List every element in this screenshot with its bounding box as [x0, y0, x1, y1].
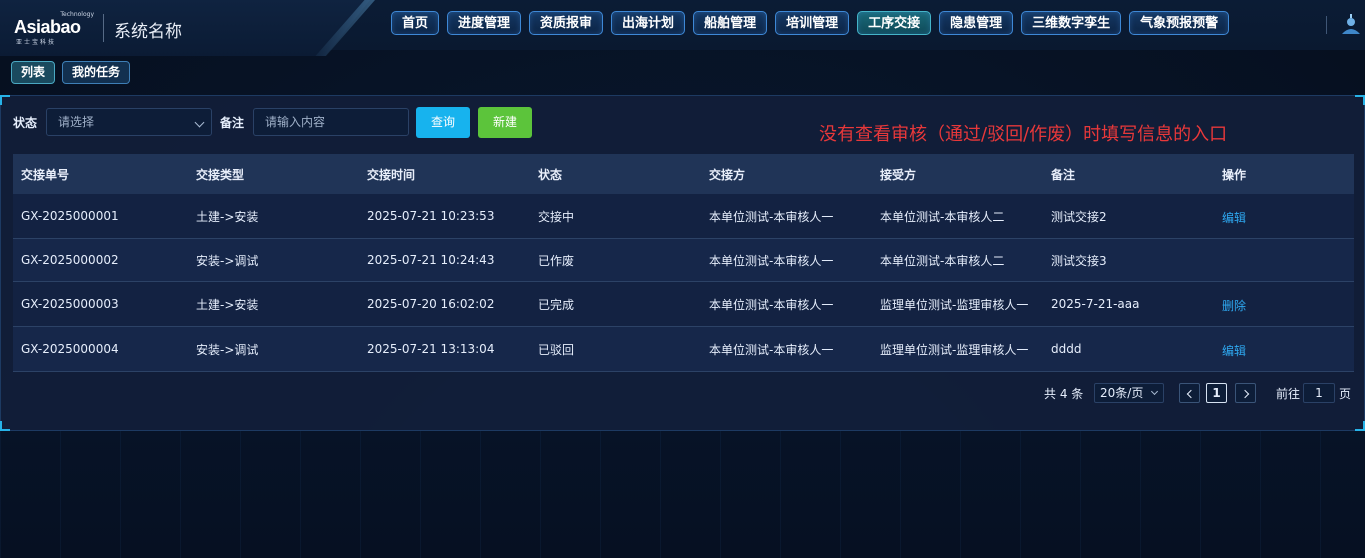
corner-decoration	[0, 95, 10, 105]
nav-item-progress[interactable]: 进度管理	[447, 11, 522, 35]
header-type: 交接类型	[188, 154, 359, 194]
cell-action: 删除	[1214, 281, 1354, 327]
cell-to: 监理单位测试-监理审核人一	[872, 326, 1043, 372]
top-header: Technology Asiabao 亚士宝科技 系统名称 首页 进度管理 资质…	[0, 0, 1365, 56]
cell-time: 2025-07-21 13:13:04	[359, 326, 530, 372]
cell-time: 2025-07-21 10:23:53	[359, 194, 530, 239]
edit-link[interactable]: 编辑	[1222, 344, 1246, 358]
tab-my-tasks[interactable]: 我的任务	[62, 61, 131, 84]
cell-type: 土建->安装	[188, 281, 359, 327]
table-row: GX-2025000001 土建->安装 2025-07-21 10:23:53…	[13, 194, 1354, 239]
cell-time: 2025-07-21 10:24:43	[359, 238, 530, 282]
cell-status: 已完成	[530, 281, 701, 327]
cell-action: 编辑	[1214, 326, 1354, 372]
cell-type: 土建->安装	[188, 194, 359, 239]
cell-remark: 测试交接2	[1043, 194, 1214, 239]
table-row: GX-2025000003 土建->安装 2025-07-20 16:02:02…	[13, 281, 1354, 327]
cell-action: 编辑	[1214, 194, 1354, 239]
header-time: 交接时间	[359, 154, 530, 194]
status-select-placeholder: 请选择	[58, 115, 95, 129]
cell-id: GX-2025000001	[13, 194, 188, 239]
cell-to: 本单位测试-本审核人二	[872, 194, 1043, 239]
goto-label: 前往	[1276, 387, 1301, 401]
header-action: 操作	[1214, 154, 1354, 194]
corner-decoration	[0, 421, 10, 431]
header-remark: 备注	[1043, 154, 1214, 194]
handover-table: 交接单号 交接类型 交接时间 状态 交接方 接受方 备注 操作 GX-20250…	[13, 154, 1354, 372]
nav-item-digital-twin[interactable]: 三维数字孪生	[1021, 11, 1122, 35]
table-row: GX-2025000002 安装->调试 2025-07-21 10:24:43…	[13, 238, 1354, 282]
goto-suffix: 页	[1339, 387, 1352, 401]
cell-to: 本单位测试-本审核人二	[872, 238, 1043, 282]
table-header-row: 交接单号 交接类型 交接时间 状态 交接方 接受方 备注 操作	[13, 154, 1354, 194]
header-id: 交接单号	[13, 154, 188, 194]
nav-item-home[interactable]: 首页	[391, 11, 440, 35]
chevron-down-icon	[1150, 387, 1159, 396]
corner-decoration	[1355, 95, 1365, 105]
cell-to: 监理单位测试-监理审核人一	[872, 281, 1043, 327]
header-to: 接受方	[872, 154, 1043, 194]
cell-id: GX-2025000004	[13, 326, 188, 372]
nav-item-weather[interactable]: 气象预报预警	[1129, 11, 1230, 35]
pagination-total: 共 4 条	[1044, 387, 1084, 401]
status-select[interactable]: 请选择	[46, 108, 212, 136]
chevron-right-icon	[1240, 389, 1249, 399]
background-floor-decoration	[0, 431, 1365, 558]
cell-type: 安装->调试	[188, 238, 359, 282]
cell-from: 本单位测试-本审核人一	[701, 194, 872, 239]
user-divider	[1326, 16, 1327, 34]
system-title: 系统名称	[114, 22, 182, 42]
cell-id: GX-2025000002	[13, 238, 188, 282]
cell-id: GX-2025000003	[13, 281, 188, 327]
nav-item-qualification[interactable]: 资质报审	[529, 11, 604, 35]
new-button[interactable]: 新建	[478, 107, 532, 138]
prev-page-button[interactable]	[1179, 383, 1200, 403]
cell-from: 本单位测试-本审核人一	[701, 326, 872, 372]
sub-tabs: 列表 我的任务	[11, 61, 131, 84]
nav-item-handover[interactable]: 工序交接	[857, 11, 932, 35]
nav-item-sea-plan[interactable]: 出海计划	[611, 11, 686, 35]
brand-divider	[103, 14, 104, 42]
header-from: 交接方	[701, 154, 872, 194]
logo-text: Asiabao	[14, 17, 81, 37]
page-number-current[interactable]: 1	[1206, 383, 1227, 403]
next-page-button[interactable]	[1235, 383, 1256, 403]
cell-remark: 测试交接3	[1043, 238, 1214, 282]
cell-from: 本单位测试-本审核人一	[701, 238, 872, 282]
query-button[interactable]: 查询	[416, 107, 470, 138]
logo-subtext: 亚士宝科技	[16, 39, 57, 46]
main-nav: 首页 进度管理 资质报审 出海计划 船舶管理 培训管理 工序交接 隐患管理 三维…	[391, 11, 1230, 37]
cell-remark: 2025-7-21-aaa	[1043, 281, 1214, 327]
cell-from: 本单位测试-本审核人一	[701, 281, 872, 327]
chevron-down-icon	[194, 117, 205, 128]
cell-status: 已作废	[530, 238, 701, 282]
chevron-left-icon	[1186, 389, 1195, 399]
review-annotation: 没有查看审核（通过/驳回/作废）时填写信息的入口	[819, 124, 1228, 145]
cell-remark: dddd	[1043, 326, 1214, 372]
cell-time: 2025-07-20 16:02:02	[359, 281, 530, 327]
nav-item-training[interactable]: 培训管理	[775, 11, 850, 35]
page-size-select[interactable]: 20条/页	[1094, 383, 1164, 403]
goto-page-input[interactable]: 1	[1303, 383, 1335, 403]
cell-status: 交接中	[530, 194, 701, 239]
nav-item-ships[interactable]: 船舶管理	[693, 11, 768, 35]
content-panel: 状态 请选择 备注 查询 新建 没有查看审核（通过/驳回/作废）时填写信息的入口…	[0, 95, 1365, 431]
edit-link[interactable]: 编辑	[1222, 211, 1246, 225]
corner-decoration	[1355, 421, 1365, 431]
status-filter-label: 状态	[13, 116, 38, 130]
remark-input[interactable]	[253, 108, 409, 136]
cell-type: 安装->调试	[188, 326, 359, 372]
cell-action	[1214, 238, 1354, 282]
company-logo: Technology Asiabao 亚士宝科技	[14, 11, 94, 46]
cell-status: 已驳回	[530, 326, 701, 372]
remark-filter-label: 备注	[220, 116, 245, 130]
delete-link[interactable]: 删除	[1222, 299, 1246, 313]
page-size-value: 20条/页	[1100, 386, 1144, 400]
user-avatar-icon[interactable]	[1340, 14, 1362, 36]
nav-item-hazards[interactable]: 隐患管理	[939, 11, 1014, 35]
table-row: GX-2025000004 安装->调试 2025-07-21 13:13:04…	[13, 326, 1354, 372]
tab-list[interactable]: 列表	[11, 61, 56, 84]
header-status: 状态	[530, 154, 701, 194]
